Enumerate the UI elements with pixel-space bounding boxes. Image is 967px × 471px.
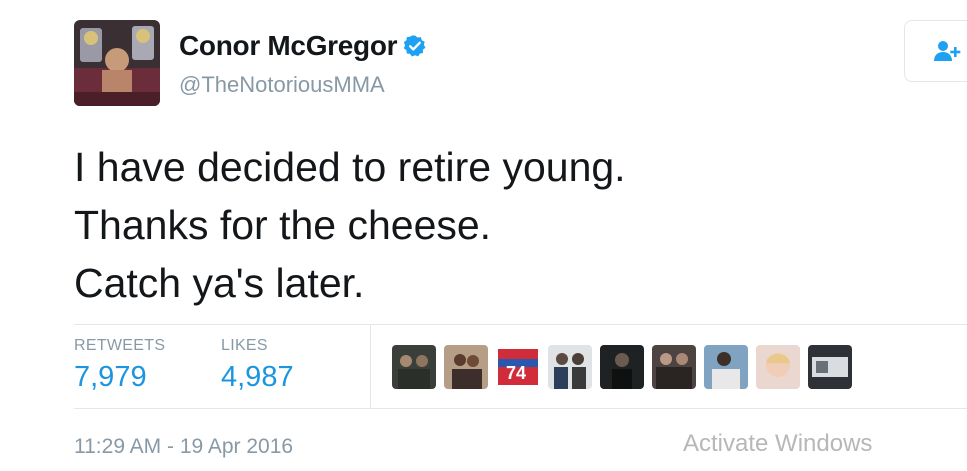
tweet-text: I have decided to retire young. Thanks f…	[74, 138, 626, 312]
liker-avatar[interactable]	[704, 345, 748, 389]
liker-avatar[interactable]	[548, 345, 592, 389]
retweets-label: RETWEETS	[74, 337, 166, 354]
liker-avatar[interactable]	[652, 345, 696, 389]
liker-avatar[interactable]	[756, 345, 800, 389]
follow-user-icon	[934, 41, 961, 61]
follow-button[interactable]	[904, 20, 967, 82]
author-handle[interactable]: @TheNotoriousMMA	[179, 72, 385, 98]
liker-avatar[interactable]	[808, 345, 852, 389]
likes-stat[interactable]: LIKES 4,987	[221, 337, 294, 394]
tweet-line: Thanks for the cheese.	[74, 202, 492, 248]
svg-text:74: 74	[506, 363, 526, 383]
liker-avatar[interactable]	[392, 345, 436, 389]
verified-badge-icon	[404, 35, 426, 57]
tweet-line: I have decided to retire young.	[74, 144, 626, 190]
tweet-line: Catch ya's later.	[74, 260, 365, 306]
likes-label: LIKES	[221, 337, 268, 354]
liker-avatars: 74	[392, 345, 860, 389]
author-avatar[interactable]	[74, 20, 160, 106]
author-name-row: Conor McGregor	[179, 30, 427, 62]
likes-count: 4,987	[221, 361, 294, 393]
liker-avatar[interactable]	[600, 345, 644, 389]
retweets-count: 7,979	[74, 361, 147, 393]
tweet-timestamp[interactable]: 11:29 AM - 19 Apr 2016	[74, 435, 293, 459]
stats-divider-top	[74, 324, 967, 325]
author-name[interactable]: Conor McGregor	[179, 30, 398, 62]
stats-divider-vertical	[370, 324, 371, 408]
liker-avatar[interactable]	[444, 345, 488, 389]
stats-divider-bottom	[74, 408, 967, 409]
activate-windows-title: Activate Windows	[683, 430, 873, 457]
liker-avatar[interactable]: 74	[496, 345, 540, 389]
author-avatar-image	[74, 20, 160, 106]
retweets-stat[interactable]: RETWEETS 7,979	[74, 337, 165, 394]
